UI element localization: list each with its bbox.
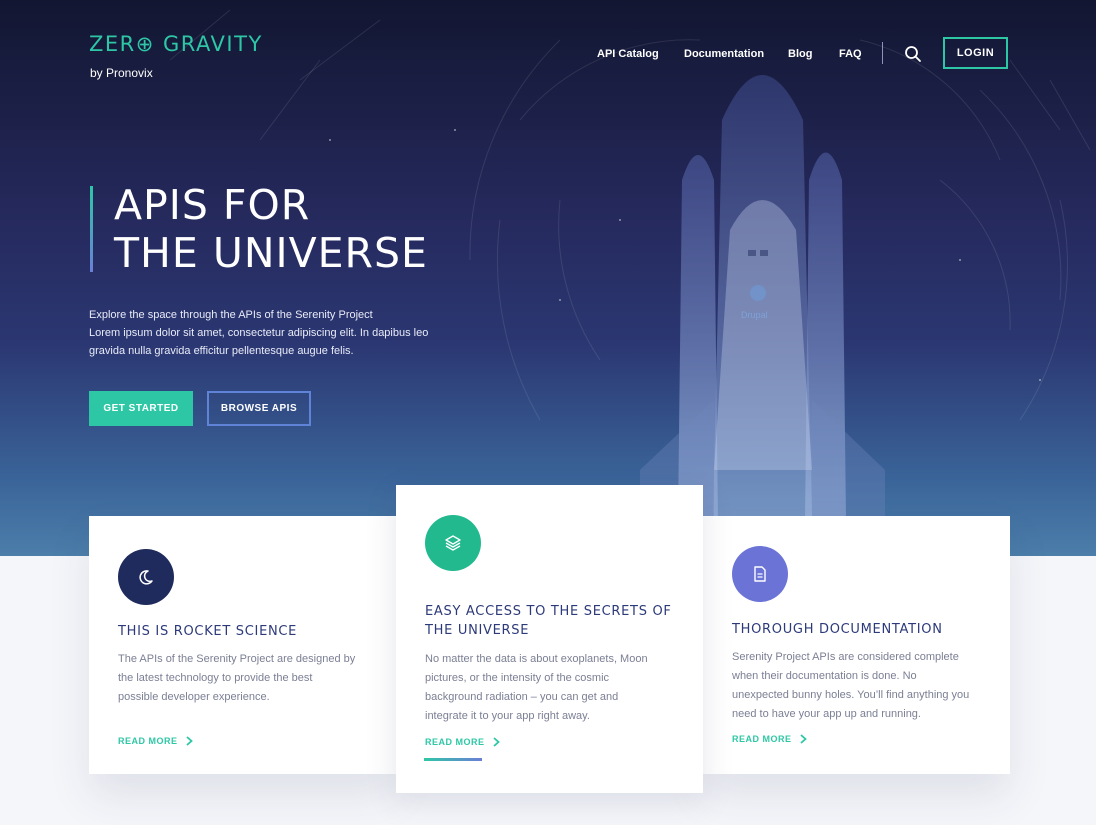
login-button[interactable]: LOGIN [943, 37, 1008, 69]
logo-subtitle: by Pronovix [90, 66, 153, 80]
logo[interactable]: ZER⊕ GRAVITY [89, 32, 263, 56]
card-text-line-2: when their documentation is done. No [732, 670, 917, 682]
title-accent-bar [90, 186, 93, 272]
space-shuttle-image: Drupal [640, 75, 885, 520]
read-more-link[interactable]: READ MORE [732, 734, 807, 744]
chevron-right-icon [799, 734, 807, 744]
read-more-link[interactable]: READ MORE [118, 736, 193, 746]
active-card-underline [424, 758, 482, 761]
card-text-line-1: Serenity Project APIs are considered com… [732, 651, 959, 663]
hero-description-line-3: gravida nulla gravida efficitur pellente… [89, 345, 354, 357]
nav-faq[interactable]: FAQ [839, 48, 862, 60]
card-description: The APIs of the Serenity Project are des… [118, 650, 388, 707]
read-more-label: READ MORE [732, 734, 792, 744]
hero-description: Explore the space through the APIs of th… [89, 306, 469, 360]
read-more-label: READ MORE [425, 737, 485, 747]
read-more-label: READ MORE [118, 736, 178, 746]
hero-title-line-1: APIS FOR [114, 181, 311, 229]
card-description: Serenity Project APIs are considered com… [732, 648, 1002, 724]
document-icon [754, 566, 766, 582]
read-more-link[interactable]: READ MORE [425, 737, 500, 747]
card-text-line-2: pictures, or the intensity of the cosmic [425, 672, 610, 684]
card-text-line-3: unexpected bunny holes. You’ll find anyt… [732, 689, 970, 701]
feature-card-rocket-science: THIS IS ROCKET SCIENCE The APIs of the S… [89, 516, 396, 774]
card-icon-circle [425, 515, 481, 571]
card-title-line-2: THE UNIVERSE [425, 623, 530, 638]
layers-icon [445, 535, 461, 551]
card-title: THIS IS ROCKET SCIENCE [118, 622, 297, 641]
card-icon-circle [118, 549, 174, 605]
card-text-line-4: integrate it to your app right away. [425, 710, 590, 722]
chevron-right-icon [185, 736, 193, 746]
browse-apis-button[interactable]: BROWSE APIS [207, 391, 311, 426]
card-text-line-3: background radiation – you can get and [425, 691, 619, 703]
nav-api-catalog[interactable]: API Catalog [597, 48, 659, 60]
feature-card-documentation: THOROUGH DOCUMENTATION Serenity Project … [703, 516, 1010, 774]
moon-icon [139, 570, 153, 585]
nav-blog[interactable]: Blog [788, 48, 812, 60]
rocket-label: Drupal [741, 310, 768, 320]
hero-title: APIS FOR THE UNIVERSE [114, 181, 428, 277]
hero-section: Drupal ZER⊕ GRAVITY by Pronovix API Cata… [0, 0, 1096, 556]
card-title: EASY ACCESS TO THE SECRETS OF THE UNIVER… [425, 602, 672, 640]
chevron-right-icon [492, 737, 500, 747]
card-title-line-1: THOROUGH DOCUMENTATION [732, 622, 943, 637]
card-text-line-3: possible developer experience. [118, 691, 270, 703]
card-description: No matter the data is about exoplanets, … [425, 650, 695, 726]
feature-card-easy-access: EASY ACCESS TO THE SECRETS OF THE UNIVER… [396, 485, 703, 793]
card-title-line-1: THIS IS ROCKET SCIENCE [118, 624, 298, 639]
card-icon-circle [732, 546, 788, 602]
hero-description-line-1: Explore the space through the APIs of th… [89, 309, 373, 321]
nav-divider [882, 42, 883, 64]
search-icon[interactable] [904, 45, 922, 63]
get-started-button[interactable]: GET STARTED [89, 391, 193, 426]
card-title-line-1: EASY ACCESS TO THE SECRETS OF [425, 604, 672, 619]
card-text-line-2: the latest technology to provide the bes… [118, 672, 313, 684]
nav-documentation[interactable]: Documentation [684, 48, 764, 60]
card-text-line-1: The APIs of the Serenity Project are des… [118, 653, 356, 665]
hero-title-line-2: THE UNIVERSE [114, 229, 428, 277]
card-text-line-1: No matter the data is about exoplanets, … [425, 653, 648, 665]
hero-description-line-2: Lorem ipsum dolor sit amet, consectetur … [89, 327, 429, 339]
card-title: THOROUGH DOCUMENTATION [732, 620, 943, 639]
card-text-line-4: need to have your app up and running. [732, 708, 921, 720]
